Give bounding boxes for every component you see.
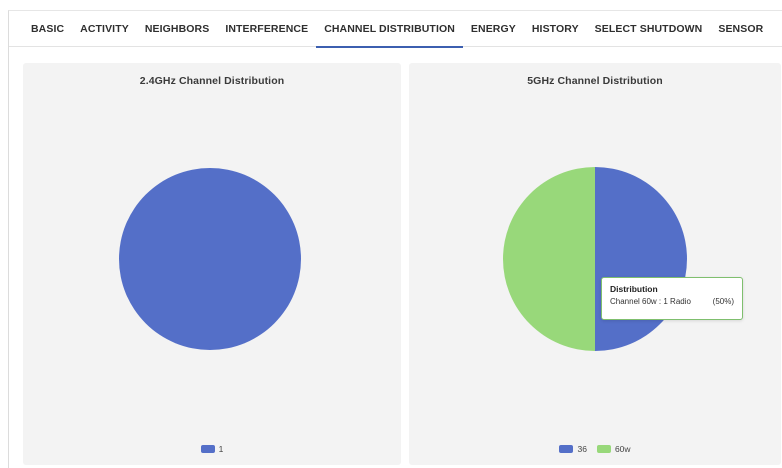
legend-label: 1 [218, 444, 224, 454]
pie-chart-2-4ghz [119, 168, 301, 350]
tooltip-text: Channel 60w : 1 Radio [610, 297, 691, 306]
pie-slice-60w[interactable] [503, 167, 595, 351]
chart-panel-5ghz: 5GHz Channel Distribution Distribution C… [409, 63, 781, 465]
tab-channel-distribution[interactable]: CHANNEL DISTRIBUTION [316, 11, 463, 48]
legend-label: 60w [614, 444, 631, 454]
tooltip-row: Channel 60w : 1 Radio (50%) [610, 297, 734, 306]
legend-swatch [200, 445, 215, 453]
tab-bar: BASIC ACTIVITY NEIGHBORS INTERFERENCE CH… [9, 11, 782, 48]
chart-legend: 1 [23, 444, 401, 454]
legend-item[interactable]: 36 [559, 444, 587, 454]
pie-chart-5ghz [503, 167, 687, 351]
legend-label: 36 [577, 444, 587, 454]
tab-interference[interactable]: INTERFERENCE [217, 11, 316, 47]
tab-activity[interactable]: ACTIVITY [72, 11, 137, 47]
tab-neighbors[interactable]: NEIGHBORS [137, 11, 218, 47]
legend-swatch [559, 445, 574, 453]
tab-select-shutdown[interactable]: SELECT SHUTDOWN [587, 11, 711, 47]
tab-energy[interactable]: ENERGY [463, 11, 524, 47]
legend-item[interactable]: 60w [596, 444, 631, 454]
tooltip-percent: (50%) [712, 297, 734, 306]
pie-slice-1[interactable] [119, 168, 301, 350]
pie-slice-36[interactable] [595, 167, 687, 351]
tab-history[interactable]: HISTORY [524, 11, 587, 47]
tab-basic[interactable]: BASIC [23, 11, 72, 47]
tab-sensor[interactable]: SENSOR [710, 11, 771, 47]
legend-item[interactable]: 1 [200, 444, 224, 454]
chart-panel-2-4ghz: 2.4GHz Channel Distribution 1 [23, 63, 401, 465]
device-detail-frame: BASIC ACTIVITY NEIGHBORS INTERFERENCE CH… [8, 10, 782, 468]
tooltip-title: Distribution [610, 284, 658, 294]
legend-swatch [596, 445, 611, 453]
chart-legend: 36 60w [409, 444, 781, 454]
chart-tooltip: Distribution Channel 60w : 1 Radio (50%) [601, 277, 743, 320]
